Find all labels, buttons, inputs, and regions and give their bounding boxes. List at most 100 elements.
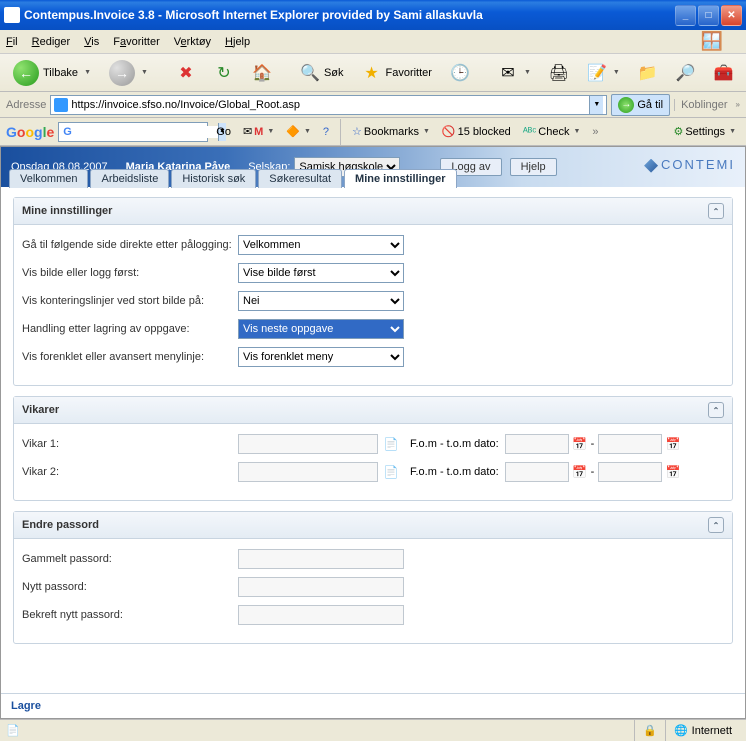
section-vikarer-header: Vikarer ⌃ (14, 397, 732, 424)
showfirst-label: Vis bilde eller logg først: (22, 267, 238, 279)
vikar1-from-input[interactable] (505, 434, 569, 454)
brand-icon (644, 159, 658, 173)
lines-label: Vis konteringslinjer ved stort bilde på: (22, 295, 238, 307)
home-icon: 🏠 (252, 63, 272, 83)
go-icon: → (618, 97, 634, 113)
search-button[interactable]: 🔍Søk (293, 59, 351, 87)
google-search-input[interactable] (76, 126, 218, 138)
star-icon: ★ (362, 63, 382, 83)
links-label[interactable]: Koblinger (674, 99, 727, 111)
print-button[interactable]: 🖨 (542, 59, 576, 87)
window-title: Contempus.Invoice 3.8 - Microsoft Intern… (24, 8, 675, 22)
confirmpw-label: Bekreft nytt passord: (22, 609, 238, 621)
maximize-button[interactable]: □ (698, 5, 719, 26)
status-bar: 📄 🔒 🌐Internett (0, 719, 746, 741)
stop-button[interactable]: ✖ (169, 59, 203, 87)
lines-select[interactable]: Nei (238, 291, 404, 311)
refresh-button[interactable]: ↻ (207, 59, 241, 87)
menu-favorites[interactable]: Favoritter (113, 36, 159, 48)
go-button[interactable]: → Gå til (611, 94, 670, 116)
research-icon: 🔎 (676, 63, 696, 83)
separator (340, 119, 341, 145)
help-button[interactable]: Hjelp (510, 158, 557, 176)
menu-edit[interactable]: Rediger (32, 36, 71, 48)
vikar2-label: Vikar 2: (22, 466, 238, 478)
minimize-button[interactable]: _ (675, 5, 696, 26)
bookmarks-button[interactable]: ☆ Bookmarks▼ (348, 123, 434, 140)
links-expand-icon[interactable]: » (736, 100, 740, 109)
popup-blocked-button[interactable]: 🚫 15 blocked (438, 123, 515, 140)
settings-button[interactable]: ⚙ Settings▼ (669, 123, 740, 140)
app-tabs: Velkommen Arbeidsliste Historisk søk Søk… (9, 169, 459, 188)
aftersave-select[interactable]: Vis neste oppgave (238, 319, 404, 339)
showfirst-select[interactable]: Vise bilde først (238, 263, 404, 283)
menu-file[interactable]: Fil (6, 36, 18, 48)
search-label: Søk (324, 67, 344, 79)
research-button[interactable]: 🔎 (669, 59, 703, 87)
google-logo[interactable]: Google (6, 124, 54, 140)
aftersave-label: Handling etter lagring av oppgave: (22, 323, 238, 335)
calendar-icon[interactable]: 📅 (572, 436, 588, 452)
edit-icon: 📝 (587, 63, 607, 83)
calendar-icon[interactable]: 📅 (665, 436, 681, 452)
collapse-icon[interactable]: ⌃ (708, 402, 724, 418)
tab-velkommen[interactable]: Velkommen (9, 169, 88, 188)
back-button[interactable]: ← Tilbake ▼ (6, 56, 98, 90)
close-button[interactable]: ✕ (721, 5, 742, 26)
google-g-icon: G (59, 126, 76, 138)
home-button[interactable]: 🏠 (245, 59, 279, 87)
menustyle-select[interactable]: Vis forenklet meny (238, 347, 404, 367)
google-extra-button[interactable]: 🔶▼ (282, 123, 315, 140)
calendar-icon[interactable]: 📅 (572, 464, 588, 480)
stop-icon: ✖ (176, 63, 196, 83)
section-settings: Mine innstillinger ⌃ Gå til følgende sid… (13, 197, 733, 386)
vikar2-from-input[interactable] (505, 462, 569, 482)
favorites-button[interactable]: ★ Favoritter (355, 59, 439, 87)
newpw-label: Nytt passord: (22, 581, 238, 593)
newpw-input[interactable] (238, 577, 404, 597)
google-help-button[interactable]: ? (319, 124, 333, 140)
tab-arbeidsliste[interactable]: Arbeidsliste (90, 169, 169, 188)
oldpw-label: Gammelt passord: (22, 553, 238, 565)
spellcheck-button[interactable]: ᴬᴮᶜ Check▼ (519, 124, 585, 140)
more-button[interactable]: » (588, 124, 602, 140)
confirmpw-input[interactable] (238, 605, 404, 625)
menu-help[interactable]: Hjelp (225, 36, 250, 48)
forward-button[interactable]: → ▼ (102, 56, 155, 90)
edit-button[interactable]: 📝▼ (580, 59, 627, 87)
google-search-wrap: G ▼ (58, 122, 208, 142)
collapse-icon[interactable]: ⌃ (708, 517, 724, 533)
menu-view[interactable]: Vis (84, 36, 99, 48)
vikar1-input[interactable] (238, 434, 378, 454)
google-go-button[interactable]: Go (212, 124, 235, 140)
vikar1-to-input[interactable] (598, 434, 662, 454)
address-dropdown[interactable]: ▼ (589, 96, 603, 114)
address-input[interactable] (71, 99, 589, 111)
tab-sokeresultat[interactable]: Søkeresultat (258, 169, 342, 188)
mail-button[interactable]: ✉▼ (491, 59, 538, 87)
tab-mine-innstillinger[interactable]: Mine innstillinger (344, 169, 456, 188)
document-icon[interactable]: 📄 (383, 464, 399, 480)
folder-icon: 📁 (638, 63, 658, 83)
favicon-icon (54, 98, 68, 112)
vikar2-to-input[interactable] (598, 462, 662, 482)
address-input-wrap: ▼ (50, 95, 607, 115)
oldpw-input[interactable] (238, 549, 404, 569)
vikar2-input[interactable] (238, 462, 378, 482)
collapse-icon[interactable]: ⌃ (708, 203, 724, 219)
menu-tools[interactable]: Verktøy (174, 36, 211, 48)
landing-select[interactable]: Velkommen (238, 235, 404, 255)
window-titlebar: Contempus.Invoice 3.8 - Microsoft Intern… (0, 0, 746, 30)
calendar-icon[interactable]: 📅 (665, 464, 681, 480)
chevron-down-icon: ▼ (84, 69, 91, 76)
gmail-button[interactable]: ✉M▼ (239, 123, 278, 140)
tab-historisk-sok[interactable]: Historisk søk (171, 169, 256, 188)
status-lock: 🔒 (634, 720, 665, 741)
save-link[interactable]: Lagre (11, 700, 41, 712)
document-icon[interactable]: 📄 (383, 436, 399, 452)
status-page-icon: 📄 (6, 724, 20, 737)
history-button[interactable]: 🕒 (443, 59, 477, 87)
favorites-label: Favoritter (386, 67, 432, 79)
tool-button[interactable]: 🧰 (707, 59, 741, 87)
discuss-button[interactable]: 📁 (631, 59, 665, 87)
